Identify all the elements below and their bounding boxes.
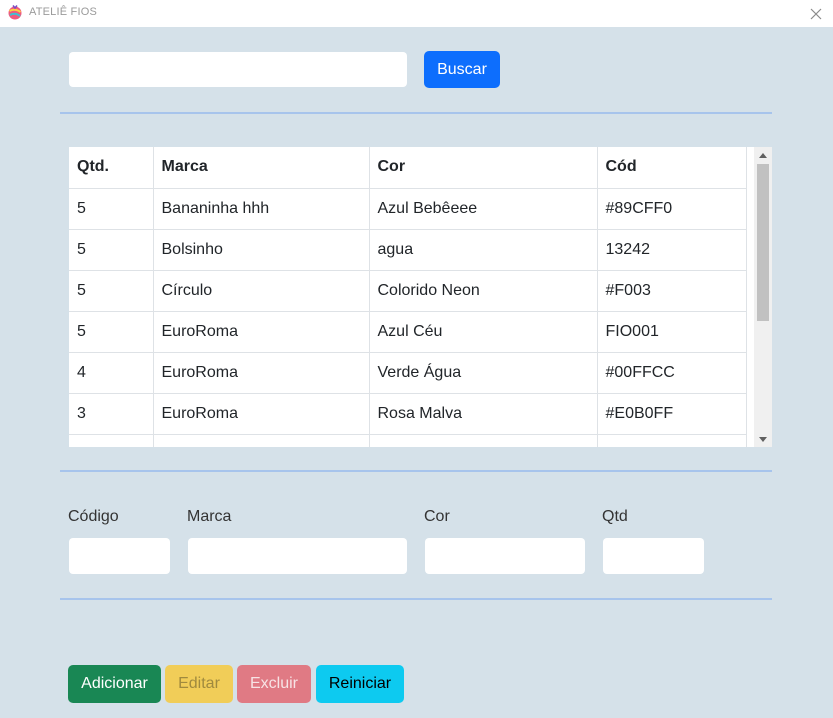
marca-label: Marca — [187, 508, 232, 525]
table-header-row: Qtd. Marca Cor Cód — [69, 147, 747, 189]
table-row[interactable]: 5 Bananinha hhh Azul Bebêeee #89CFF0 — [69, 187, 747, 230]
close-icon — [810, 8, 822, 19]
edit-button[interactable]: Editar — [165, 665, 233, 703]
middle-divider — [60, 470, 772, 472]
marca-field[interactable] — [188, 538, 407, 574]
table-row[interactable]: 5 Círculo Colorido Neon #F003 — [69, 269, 747, 312]
bottom-divider — [60, 598, 772, 600]
cell-qtd: 5 — [69, 228, 154, 271]
cell-qtd: 5 — [69, 310, 154, 353]
codigo-label: Código — [68, 508, 119, 525]
cor-field[interactable] — [425, 538, 585, 574]
cell-cod: #F003 — [596, 269, 747, 312]
cell-marca — [152, 433, 370, 447]
close-button[interactable] — [799, 0, 833, 27]
table-row[interactable]: 3 EuroRoma Rosa Malva #E0B0FF — [69, 392, 747, 435]
cell-marca: EuroRoma — [152, 351, 370, 394]
cell-qtd: 4 — [69, 351, 154, 394]
yarn-ball-icon — [8, 5, 22, 20]
delete-button[interactable]: Excluir — [237, 665, 311, 703]
cell-marca: EuroRoma — [152, 392, 370, 435]
scroll-thumb[interactable] — [757, 164, 769, 321]
cell-qtd — [69, 433, 154, 447]
scroll-down-arrow-icon — [759, 436, 767, 442]
cor-label: Cor — [424, 508, 450, 525]
yarn-table: Qtd. Marca Cor Cód 5 Bananinha hhh Azul … — [69, 147, 747, 447]
cell-cor: agua — [368, 228, 598, 271]
header-marca[interactable]: Marca — [152, 147, 370, 189]
cell-marca: Bananinha hhh — [152, 187, 370, 230]
table-scrollbar[interactable] — [754, 147, 772, 447]
qtd-field[interactable] — [603, 538, 704, 574]
scroll-up-arrow-icon — [759, 152, 767, 158]
cell-cod: #00FFCC — [596, 351, 747, 394]
table-row[interactable] — [69, 433, 747, 447]
cell-marca: EuroRoma — [152, 310, 370, 353]
codigo-field[interactable] — [69, 538, 170, 574]
cell-cor: Rosa Malva — [368, 392, 598, 435]
header-qtd[interactable]: Qtd. — [69, 147, 154, 189]
cell-marca: Bolsinho — [152, 228, 370, 271]
header-cod[interactable]: Cód — [596, 147, 747, 189]
title-bar: ATELIÊ FIOS — [0, 0, 833, 27]
search-button[interactable]: Buscar — [424, 51, 500, 88]
header-cor[interactable]: Cor — [368, 147, 598, 189]
reset-button[interactable]: Reiniciar — [316, 665, 404, 703]
cell-qtd: 3 — [69, 392, 154, 435]
yarn-table-container[interactable]: Qtd. Marca Cor Cód 5 Bananinha hhh Azul … — [69, 147, 772, 447]
cell-qtd: 5 — [69, 269, 154, 312]
cell-marca: Círculo — [152, 269, 370, 312]
cell-cor — [368, 433, 598, 447]
cell-cor: Verde Água — [368, 351, 598, 394]
cell-qtd: 5 — [69, 187, 154, 230]
scroll-down-button[interactable] — [754, 431, 772, 447]
cell-cod: #E0B0FF — [596, 392, 747, 435]
search-input[interactable] — [69, 52, 407, 87]
scroll-up-button[interactable] — [754, 147, 772, 163]
add-button[interactable]: Adicionar — [68, 665, 161, 703]
table-row[interactable]: 5 EuroRoma Azul Céu FIO001 — [69, 310, 747, 353]
cell-cod: 13242 — [596, 228, 747, 271]
top-divider — [60, 112, 772, 114]
table-row[interactable]: 4 EuroRoma Verde Água #00FFCC — [69, 351, 747, 394]
cell-cor: Colorido Neon — [368, 269, 598, 312]
cell-cor: Azul Bebêeee — [368, 187, 598, 230]
qtd-label: Qtd — [602, 508, 628, 525]
cell-cod: #89CFF0 — [596, 187, 747, 230]
cell-cod — [596, 433, 747, 447]
window-title: ATELIÊ FIOS — [29, 6, 98, 18]
cell-cor: Azul Céu — [368, 310, 598, 353]
cell-cod: FIO001 — [596, 310, 747, 353]
table-row[interactable]: 5 Bolsinho agua 13242 — [69, 228, 747, 271]
